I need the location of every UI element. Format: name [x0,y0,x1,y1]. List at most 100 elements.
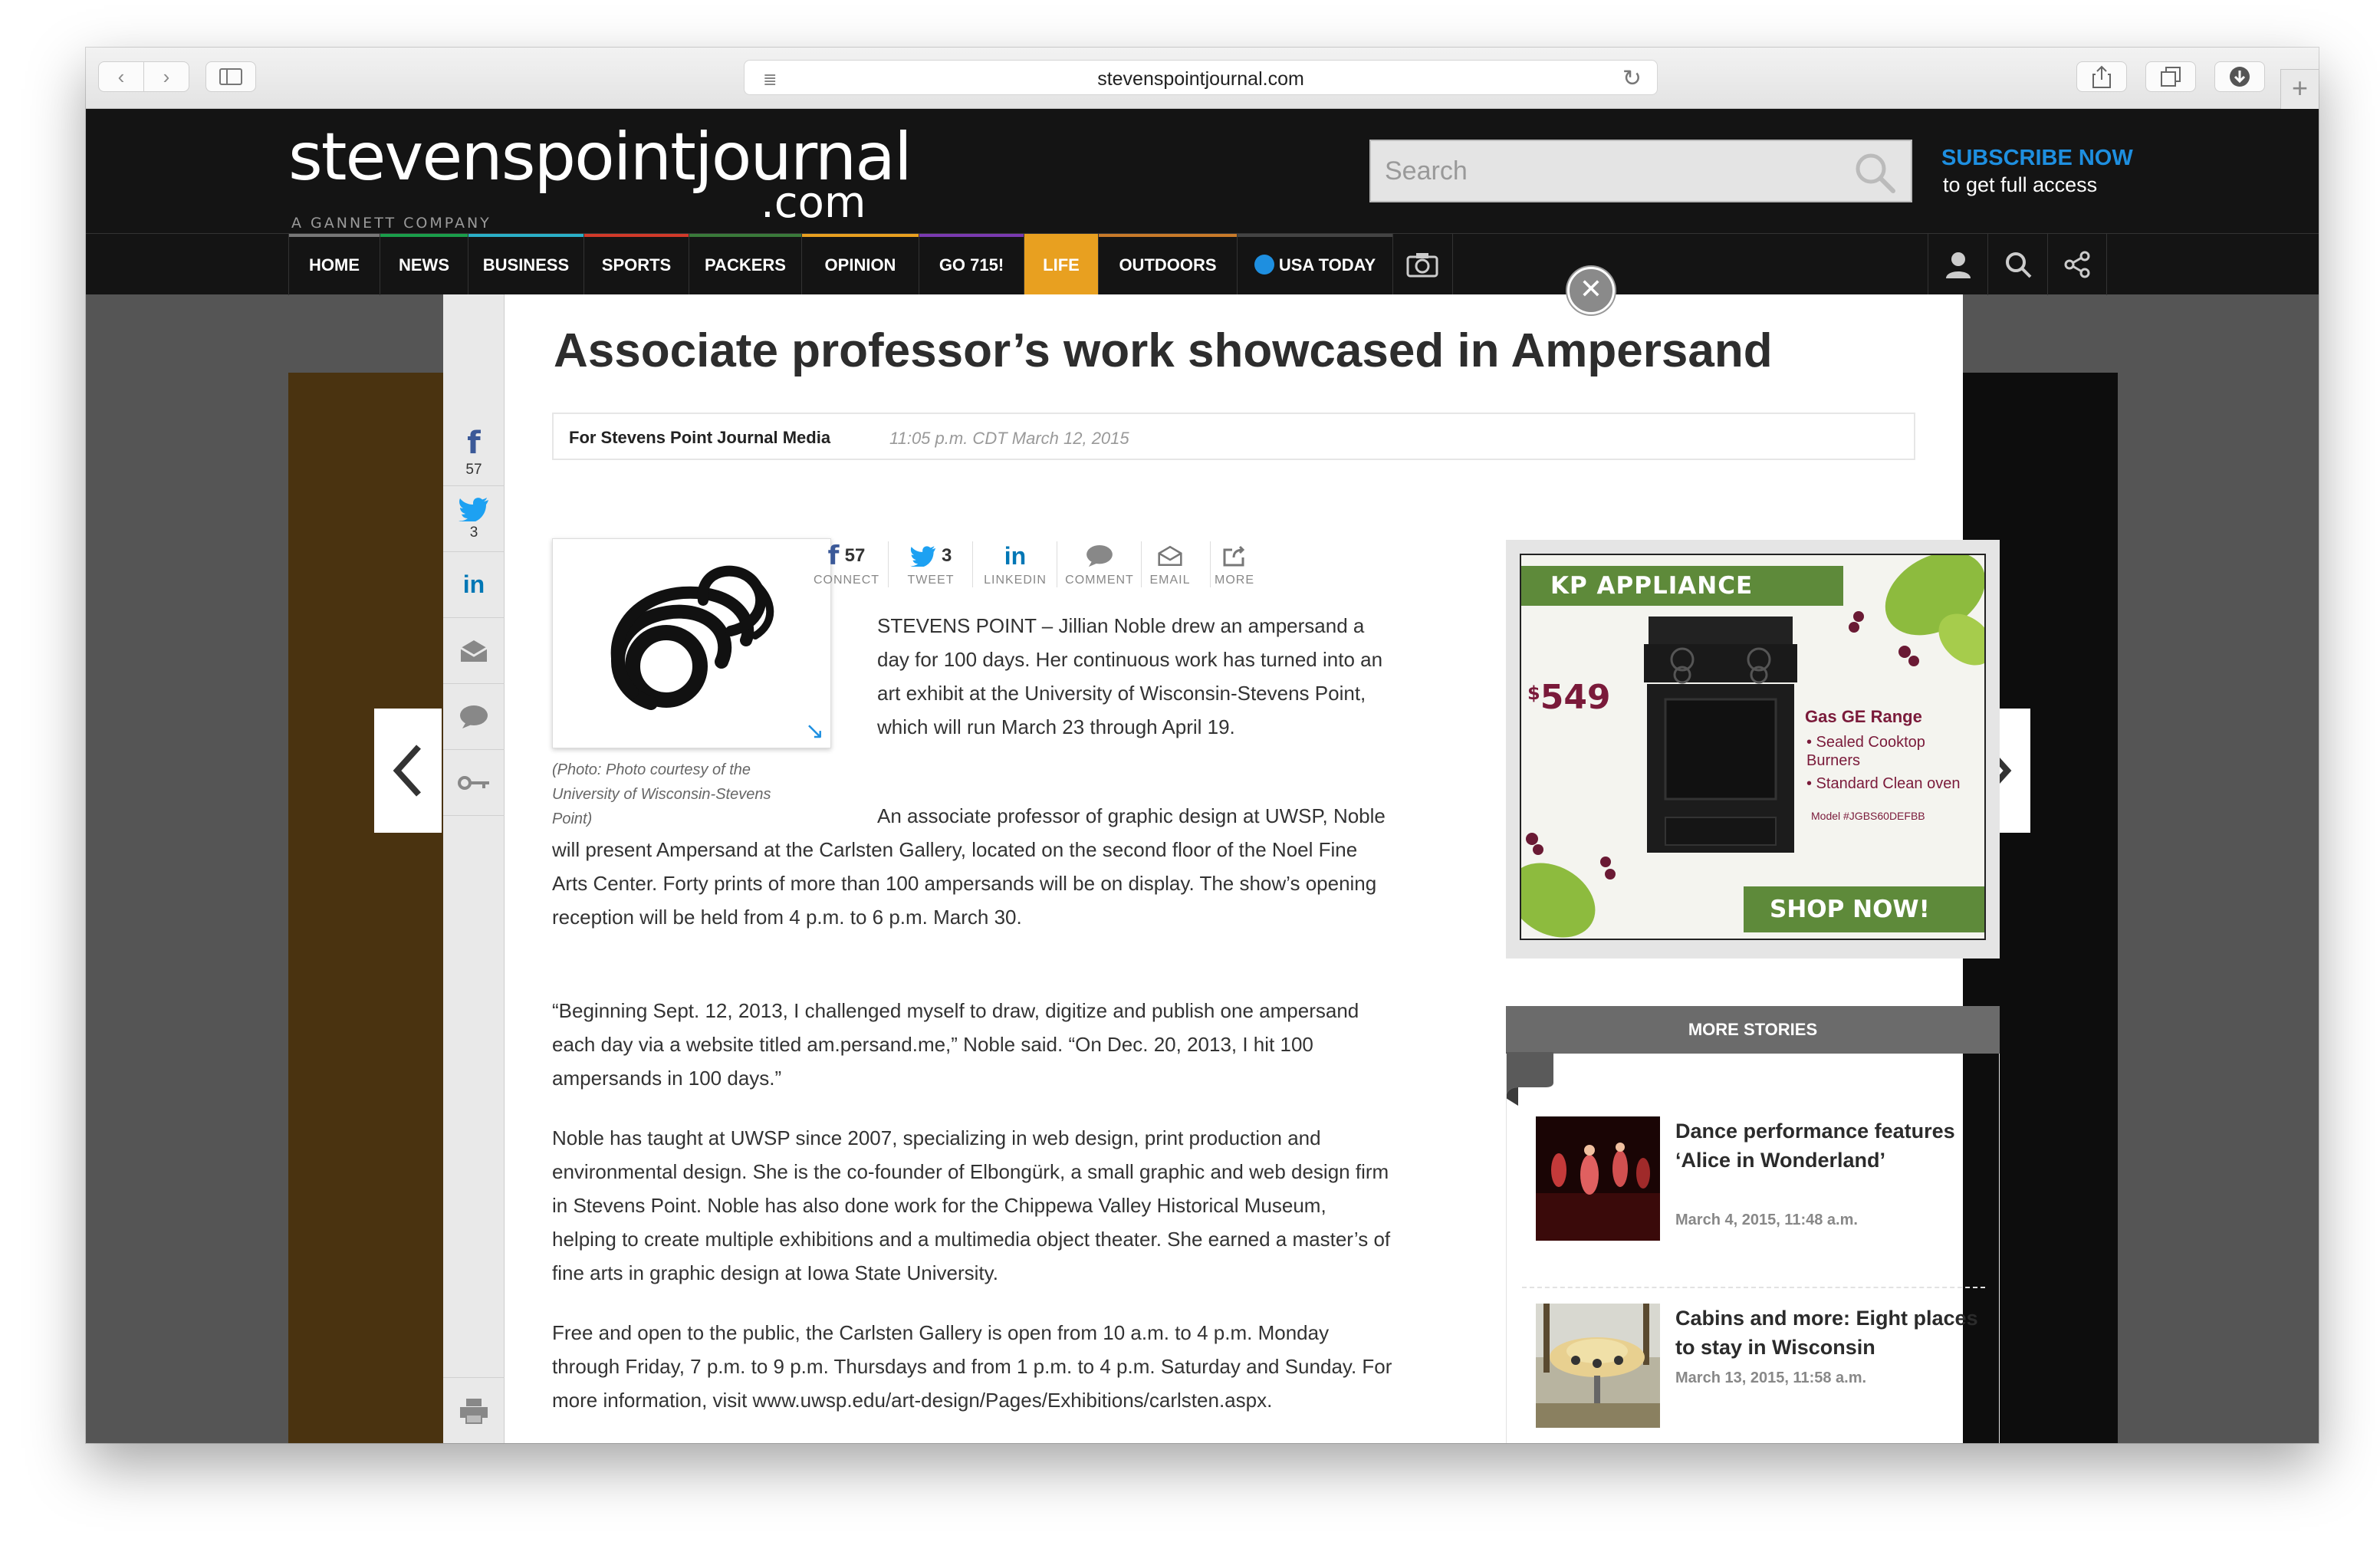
ad-leaves-bottom-left [1521,833,1616,938]
address-bar[interactable]: ≣ stevenspointjournal.com ↻ [744,60,1658,95]
previous-article-button[interactable] [374,709,442,833]
subscribe-subtext[interactable]: to get full access [1943,173,2097,197]
rail-facebook[interactable]: f 57 [443,420,505,486]
ad-shop-button[interactable]: SHOP NOW! [1744,886,1984,932]
ad-leaves-top-right [1849,555,1984,666]
chevron-right-icon: › [163,64,170,88]
reload-icon[interactable]: ↻ [1622,65,1642,92]
chevron-left-icon [393,745,421,797]
more-stories-title: MORE STORIES [1688,1020,1818,1039]
rail-email[interactable] [443,618,505,684]
search-icon[interactable] [1852,150,1897,195]
story-item[interactable]: Dance performance features ‘Alice in Won… [1536,1116,1981,1270]
share-icon [2092,65,2111,88]
article-photo[interactable]: ↘ [552,538,831,748]
url-text: stevenspointjournal.com [1097,68,1304,90]
advertisement[interactable]: KP APPLIANCE $549 Gas GE Range • Sealed … [1520,554,1986,940]
browser-toolbar: ‹ › ≣ stevenspointjournal.com ↻ + [86,48,2319,109]
site-header: stevenspointjournal .com A GANNETT COMPA… [86,109,2319,233]
story-date: March 13, 2015, 11:58 a.m. [1675,1370,1867,1386]
rail-comment[interactable] [443,684,505,750]
print-icon [460,1398,488,1424]
article-paragraph: STEVENS POINT – Jillian Noble drew an am… [877,614,1383,738]
user-icon [1945,252,1971,278]
nav-outdoors[interactable]: OUTDOORS [1099,234,1237,295]
stove-image [1644,617,1797,853]
ad-feature: • Standard Clean oven [1806,775,1961,792]
email-icon [460,640,488,662]
ad-product-name: Gas GE Range [1805,707,1922,726]
site-search[interactable]: Search [1369,140,1912,202]
tabs-button[interactable] [2145,61,2196,92]
story-title[interactable]: Cabins and more: Eight places to stay in… [1675,1304,1982,1362]
close-button[interactable]: ✕ [1567,267,1615,314]
nav-life[interactable]: LIFE [1024,234,1098,295]
sidebar-button[interactable] [205,61,256,92]
nav-business[interactable]: BUSINESS [468,234,583,295]
logo-tagline: A GANNETT COMPANY [291,215,491,232]
nav-packers[interactable]: PACKERS [689,234,801,295]
nav-usa-today[interactable]: USA TODAY [1238,234,1392,295]
comment-icon [1086,544,1113,567]
twitter-icon [459,497,488,521]
share-linkedin[interactable]: in LINKEDIN [974,540,1057,587]
browser-window: ‹ › ≣ stevenspointjournal.com ↻ + steven… [86,48,2319,1443]
article-paragraph: Noble has taught at UWSP since 2007, spe… [552,1126,1391,1284]
nav-photos[interactable] [1392,234,1452,295]
rail-key[interactable] [443,750,505,816]
site-logo[interactable]: stevenspointjournal .com A GANNETT COMPA… [288,124,912,232]
share-more[interactable]: MORE [1193,540,1276,587]
nav-home[interactable]: HOME [289,234,380,295]
subscribe-link[interactable]: SUBSCRIBE NOW [1941,146,2133,171]
back-button[interactable]: ‹ [98,61,144,92]
search-input[interactable]: Search [1385,156,1468,186]
ampersand-artwork [610,565,774,710]
story-item[interactable]: Cabins and more: Eight places to stay in… [1536,1304,1981,1443]
byline-author[interactable]: For Stevens Point Journal Media [569,428,830,448]
ad-brand: KP APPLIANCE [1550,572,1754,600]
share-button[interactable] [2076,61,2127,92]
story-date: March 4, 2015, 11:48 a.m. [1675,1212,1858,1228]
nav-account[interactable] [1928,234,1987,295]
expand-icon[interactable]: ↘ [805,718,824,745]
nav-news[interactable]: NEWS [380,234,468,295]
story-thumbnail [1536,1116,1660,1241]
article-paragraph: “Beginning Sept. 12, 2013, I challenged … [552,999,1359,1090]
background-left-panel [288,373,446,1443]
nav-search[interactable] [1987,234,2047,295]
rail-twitter[interactable]: 3 [443,486,505,552]
ad-feature: • Sealed Cooktop Burners [1806,734,1925,769]
rail-linkedin[interactable]: in [443,552,505,618]
story-title[interactable]: Dance performance features ‘Alice in Won… [1675,1116,1982,1175]
rail-print[interactable] [443,1377,505,1443]
share-connect[interactable]: f 57 CONNECT [805,540,888,587]
close-icon: ✕ [1579,273,1603,304]
more-stories-list: Dance performance features ‘Alice in Won… [1506,1054,2000,1443]
more-stories-header: MORE STORIES [1506,1006,2000,1054]
key-icon [458,775,489,790]
nav-go715[interactable]: GO 715! [919,234,1024,295]
downloads-button[interactable] [2214,61,2265,92]
linkedin-icon: in [462,570,485,598]
share-network-icon [2064,251,2090,278]
email-icon [1158,545,1182,567]
story-divider [1522,1287,1985,1288]
article-paragraph: An associate professor of graphic design… [552,804,1386,929]
twitter-icon [909,546,935,567]
nav-share[interactable] [2047,234,2107,295]
share-arrow-icon [1223,545,1245,567]
sidebar-icon [219,68,242,85]
facebook-icon: f 57 [827,541,866,571]
byline-date: 11:05 p.m. CDT March 12, 2015 [889,429,1129,448]
ad-title-bar: KP APPLIANCE [1521,566,1843,606]
nav-opinion[interactable]: OPINION [802,234,919,295]
article-paragraph: Free and open to the public, the Carlste… [552,1321,1392,1412]
new-tab-button[interactable]: + [2280,69,2319,109]
share-tweet[interactable]: 3 TWEET [889,540,972,587]
main-nav: HOME NEWS BUSINESS SPORTS PACKERS OPINIO… [86,233,2319,295]
ad-model-number: Model #JGBS60DEFBB [1811,810,1925,822]
tabs-icon [2161,67,2181,87]
nav-sports[interactable]: SPORTS [584,234,689,295]
ad-price: $549 [1527,678,1611,717]
forward-button[interactable]: › [143,61,189,92]
